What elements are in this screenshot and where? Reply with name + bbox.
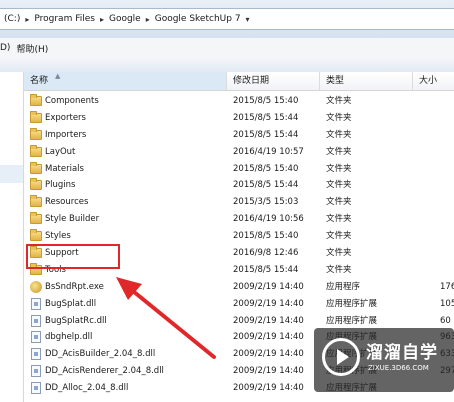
- watermark: 溜溜自学 ZIXUE.3D66.COM: [314, 328, 454, 392]
- watermark-subtitle: ZIXUE.3D66.COM: [368, 364, 429, 372]
- play-logo-icon: [322, 338, 360, 376]
- arrow-shaft: [126, 285, 216, 359]
- watermark-title: 溜溜自学: [366, 343, 438, 363]
